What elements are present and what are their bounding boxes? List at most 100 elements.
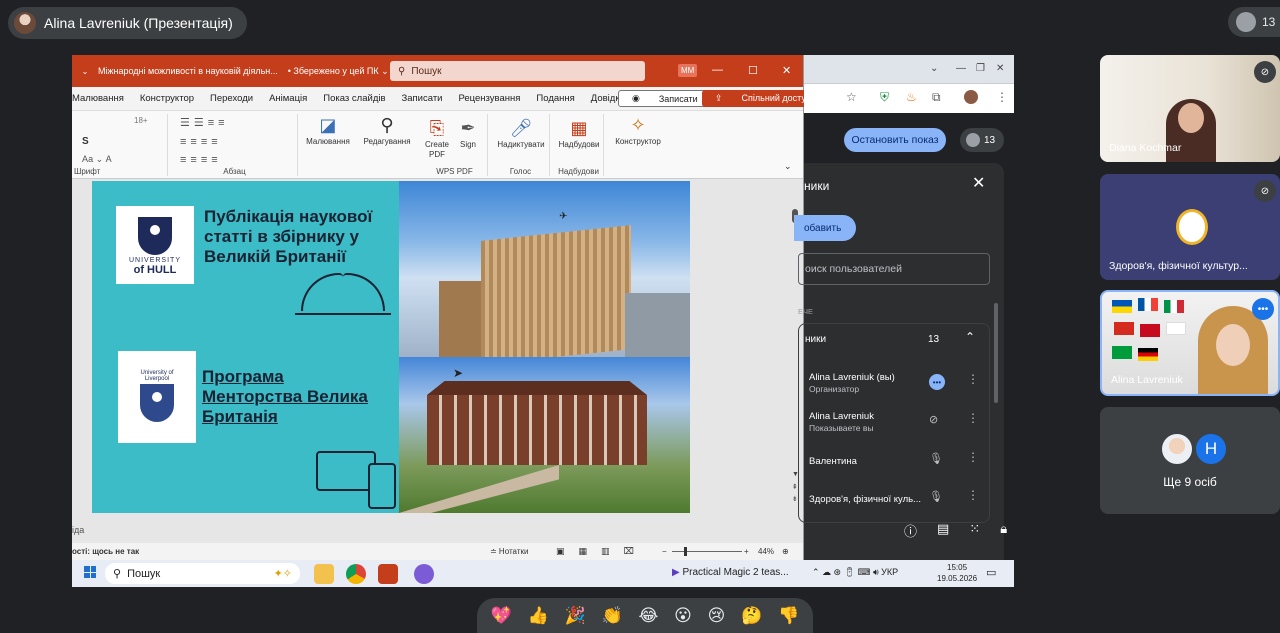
zoom-out-icon[interactable]: − [662, 547, 667, 556]
activities-icon[interactable]: ⁙ [969, 521, 980, 540]
ppt-saved-status[interactable]: • Збережено у цей ПК ⌄ [288, 66, 389, 77]
chrome-menu-icon[interactable]: ⋮ [996, 90, 1008, 104]
participant-tile-diana[interactable]: ⊘ Diana Kochmar [1100, 55, 1280, 162]
chrome-minimize-icon[interactable]: — [956, 63, 966, 74]
keyboard-lang[interactable]: УКР [881, 567, 898, 577]
fire-extension-icon[interactable]: ♨ [906, 90, 917, 104]
more-options-icon[interactable]: ⋮ [967, 450, 979, 464]
record-button[interactable]: ◉ Записати [618, 90, 712, 107]
font-color-icon[interactable]: Аа ⌄ A [82, 154, 112, 165]
maximize-icon[interactable]: ☐ [748, 64, 758, 77]
people-search-input[interactable]: оиск пользователей [798, 253, 990, 285]
justify-icons[interactable]: ≡≡≡≡ [180, 154, 222, 166]
file-explorer-icon[interactable] [314, 564, 334, 584]
reaction-clap[interactable]: 👏 [602, 606, 623, 626]
editing-button[interactable]: ⚲ Редагування [360, 113, 414, 147]
user-initials[interactable]: MM [678, 64, 698, 77]
zoom-slider[interactable] [672, 551, 742, 552]
tab-transitions[interactable]: Переходи [210, 93, 253, 104]
ribbon-collapse-icon[interactable]: ⌄ [784, 161, 792, 172]
reaction-thumbs-down[interactable]: 👎 [778, 606, 799, 626]
zoom-slider-knob[interactable] [684, 547, 687, 556]
reaction-thinking[interactable]: 🤔 [741, 606, 762, 626]
more-participants-tile[interactable]: H Ще 9 осіб [1100, 407, 1280, 514]
reaction-thumbs-up[interactable]: 👍 [528, 606, 549, 626]
minimize-icon[interactable]: — [712, 64, 723, 76]
participant-row[interactable]: Alina Lavreniuk (вы) Организатор ••• ⋮ [809, 370, 989, 402]
stop-sharing-button[interactable]: Остановить показ [844, 128, 946, 152]
record-label: Записати [658, 93, 698, 104]
add-people-button[interactable]: обавить [794, 215, 856, 241]
notes-button[interactable]: ≐ Нотатки [490, 547, 528, 556]
addins-button[interactable]: ▦ Надбудови [554, 116, 604, 150]
drawing-button[interactable]: ◪ Малювання [302, 113, 354, 147]
prev-slide-icon[interactable]: ⇞ [792, 483, 798, 491]
chat-icon[interactable]: ▤ [937, 521, 949, 540]
align-icons[interactable]: ≡≡≡≡ [180, 136, 222, 148]
participant-row[interactable]: Alina Lavreniuk Показываете вы ⊘ ⋮ [809, 409, 989, 441]
system-tray[interactable]: ⌃ ☁ ⊛ 🔋︎ ⌨ 🔊︎ УКР [812, 567, 898, 578]
bookmark-star-icon[interactable]: ☆ [846, 90, 857, 104]
taskbar-search[interactable]: ⚲ Пошук ✦✧ [105, 563, 300, 584]
view-buttons-icon[interactable]: ▣▦▥⌧ [556, 546, 648, 557]
more-options-icon[interactable]: ⋮ [967, 411, 979, 425]
reaction-sad[interactable]: 😢 [708, 606, 726, 626]
host-controls-icon[interactable]: 🔒︎ [1000, 521, 1007, 540]
slide[interactable]: UNIVERSITY of HULL Публікація наукової с… [92, 181, 690, 513]
zoom-level[interactable]: 44% [758, 547, 774, 556]
tab-slideshow[interactable]: Показ слайдів [323, 93, 385, 104]
taskbar-clock[interactable]: 15:05 19.05.2026 [937, 562, 977, 584]
tab-animation[interactable]: Анімація [269, 93, 307, 104]
designer-button[interactable]: ✧ Конструктор [610, 113, 666, 147]
quick-access-icon[interactable]: ⌄ [72, 67, 98, 76]
participant-row[interactable]: Здоров'я, фізичної куль... 🎙︎ ⋮ [809, 486, 989, 518]
participant-row[interactable]: Валентина 🎙︎ ⋮ [809, 448, 989, 480]
chrome-close-icon[interactable]: ✕ [996, 63, 1004, 74]
windows-start-icon[interactable] [84, 566, 96, 578]
bold-icon[interactable]: S [82, 136, 89, 147]
participant-tile-alina[interactable]: ••• Alina Lavreniuk [1100, 290, 1280, 396]
more-options-icon[interactable]: ⋮ [967, 372, 979, 386]
accessibility-status[interactable]: ості: щось не так [72, 547, 139, 556]
tab-view[interactable]: Подання [536, 93, 574, 104]
notifications-icon[interactable]: ▭ [986, 566, 996, 579]
mic-off-icon: ⊘ [1254, 61, 1276, 83]
reaction-surprised[interactable]: 😮 [674, 606, 692, 626]
ppt-search-box[interactable]: ⚲ Пошук [390, 61, 645, 81]
reaction-laugh[interactable]: 😂 [638, 606, 658, 626]
tab-list-icon[interactable]: ⌄ [930, 63, 938, 74]
viber-icon[interactable] [414, 564, 434, 584]
fit-slide-icon[interactable]: ⊕ [782, 547, 789, 556]
media-title[interactable]: ▶ Practical Magic 2 teas... [672, 567, 789, 578]
more-options-icon[interactable]: ⋮ [967, 488, 979, 502]
extensions-puzzle-icon[interactable]: ⧉ [932, 90, 941, 105]
info-icon[interactable]: ⓘ [904, 521, 917, 540]
people-count-button[interactable]: 13 [960, 128, 1004, 152]
tab-drawing[interactable]: Малювання [72, 93, 124, 104]
notes-hint[interactable]: іда [72, 525, 84, 535]
flag-brazil [1112, 346, 1132, 359]
chrome-restore-icon[interactable]: ❐ [976, 63, 985, 74]
tab-review[interactable]: Рецензування [458, 93, 520, 104]
reaction-party[interactable]: 🎉 [565, 606, 586, 626]
close-panel-icon[interactable]: ✕ [972, 173, 985, 193]
dictate-button[interactable]: 🎤︎ Надиктувати [492, 116, 550, 150]
chevron-up-icon[interactable]: ⌃ [965, 330, 975, 344]
shield-extension-icon[interactable]: ⛨ [880, 90, 889, 105]
participant-tile-health[interactable]: ⊘ Здоров'я, фізичної культур... [1100, 174, 1280, 280]
font-size-box[interactable]: 18+ [134, 116, 148, 125]
close-icon[interactable]: ✕ [782, 64, 791, 77]
people-scrollbar[interactable] [994, 303, 998, 403]
chrome-icon[interactable] [346, 564, 366, 584]
tab-record[interactable]: Записати [402, 93, 443, 104]
zoom-in-icon[interactable]: + [744, 547, 749, 556]
participants-badge[interactable]: 13 [1228, 7, 1280, 37]
profile-avatar-icon[interactable] [964, 90, 978, 104]
reaction-heart[interactable]: 💖 [491, 606, 512, 626]
tab-design[interactable]: Конструктор [140, 93, 194, 104]
sign-button[interactable]: ✒ Sign [454, 116, 482, 150]
next-slide-icon[interactable]: ⇟ [792, 495, 798, 503]
list-icons[interactable]: ☰☰≡≡ [180, 116, 229, 129]
create-pdf-button[interactable]: ⎘ Create PDF [422, 116, 452, 160]
powerpoint-icon[interactable] [378, 564, 398, 584]
